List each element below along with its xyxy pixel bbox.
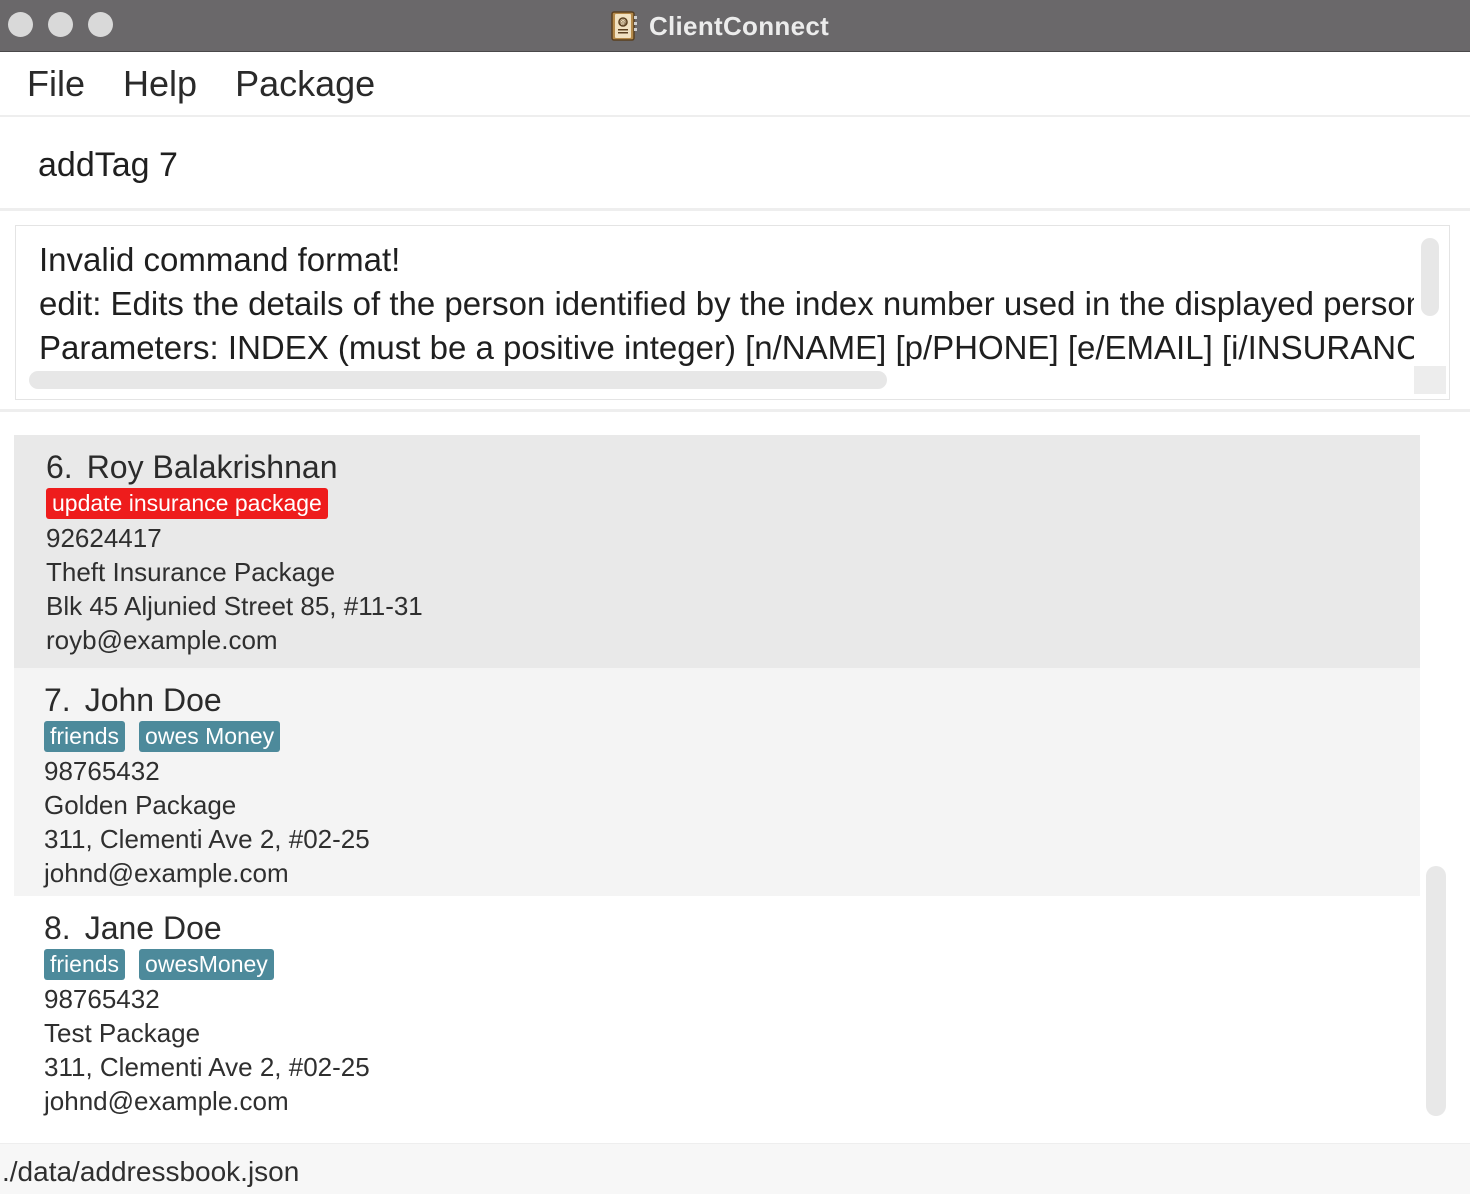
person-address: Blk 45 Aljunied Street 85, #11-31 [46, 591, 423, 621]
result-horizontal-scrollbar[interactable] [29, 371, 887, 389]
person-list-scrollbar[interactable] [1426, 866, 1446, 1116]
person-index: 7. [44, 682, 71, 718]
menu-file[interactable]: File [0, 63, 104, 105]
person-email: johnd@example.com [44, 858, 289, 888]
person-card[interactable]: 7. John Doe friends owes Money 98765432 G… [14, 668, 1420, 896]
person-header: 6. Roy Balakrishnan [46, 449, 337, 486]
person-list: 6. Roy Balakrishnan update insurance pack… [0, 415, 1470, 1143]
person-phone: 98765432 [44, 756, 160, 786]
person-index: 6. [46, 449, 73, 485]
command-input[interactable] [38, 143, 1438, 187]
tag: update insurance package [46, 488, 328, 519]
result-line: edit: Edits the details of the person id… [39, 285, 1414, 322]
title-wrap: @ ClientConnect [0, 0, 1470, 52]
person-package: Test Package [44, 1018, 201, 1048]
title-bar: @ ClientConnect [0, 0, 1470, 52]
person-package: Theft Insurance Package [46, 557, 336, 587]
menu-bar: File Help Package [0, 53, 1470, 117]
person-phone: 98765432 [44, 984, 160, 1014]
tag: owes Money [139, 721, 281, 752]
result-line: Invalid command format! [39, 241, 401, 278]
tag: owesMoney [139, 949, 274, 980]
result-line: Parameters: INDEX (must be a positive in… [39, 329, 1414, 366]
tag: friends [44, 949, 126, 980]
result-text: Invalid command format! edit: Edits the … [39, 238, 1414, 370]
person-email: johnd@example.com [44, 1086, 289, 1116]
tag-list: update insurance package [46, 488, 328, 519]
person-card[interactable]: 8. Jane Doe friends owesMoney 98765432 Te… [14, 896, 1420, 1124]
result-vertical-scrollbar[interactable] [1421, 238, 1439, 316]
app-window: @ ClientConnect File Help Package Invali… [0, 0, 1470, 1194]
person-name: Jane Doe [84, 910, 222, 946]
save-location: ./data/addressbook.json [2, 1156, 300, 1187]
person-name: John Doe [84, 682, 222, 718]
result-display-panel: Invalid command format! edit: Edits the … [0, 214, 1470, 412]
scroll-corner [1414, 366, 1446, 394]
tag: friends [44, 721, 126, 752]
person-card[interactable]: 6. Roy Balakrishnan update insurance pack… [14, 435, 1420, 668]
address-book-icon: @ [611, 11, 637, 41]
svg-text:@: @ [619, 19, 626, 27]
menu-help[interactable]: Help [104, 63, 216, 105]
person-index: 8. [44, 910, 71, 946]
person-address: 311, Clementi Ave 2, #02-25 [44, 1052, 370, 1082]
person-phone: 92624417 [46, 523, 162, 553]
status-bar: ./data/addressbook.json [0, 1143, 1470, 1194]
person-package: Golden Package [44, 790, 237, 820]
tag-list: friends owesMoney [44, 949, 274, 980]
window-title: ClientConnect [648, 10, 830, 41]
result-display[interactable]: Invalid command format! edit: Edits the … [15, 225, 1450, 400]
person-address: 311, Clementi Ave 2, #02-25 [44, 824, 370, 854]
menu-package[interactable]: Package [216, 63, 394, 105]
command-box [0, 119, 1470, 211]
person-header: 7. John Doe [44, 682, 222, 719]
tag-list: friends owes Money [44, 721, 281, 752]
person-name: Roy Balakrishnan [86, 449, 338, 485]
person-header: 8. Jane Doe [44, 910, 222, 947]
person-email: royb@example.com [46, 625, 278, 655]
